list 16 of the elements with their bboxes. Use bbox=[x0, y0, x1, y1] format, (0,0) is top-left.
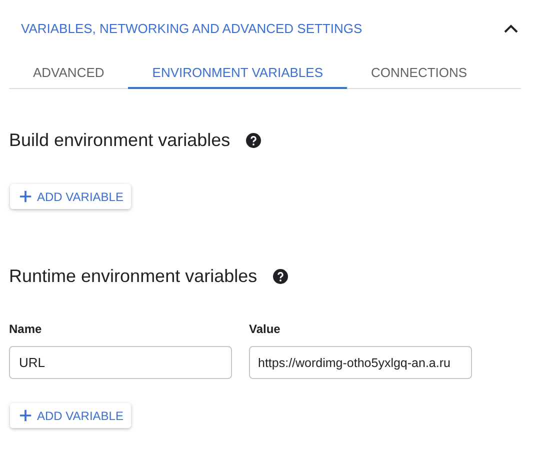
tab[interactable]: CONNECTIONS bbox=[347, 58, 492, 89]
help-icon[interactable] bbox=[246, 133, 262, 148]
section-heading: Build environment variables bbox=[9, 129, 230, 152]
add-variable-button[interactable]: ADD VARIABLE bbox=[10, 403, 132, 428]
add-variable-button[interactable]: ADD VARIABLE bbox=[10, 184, 132, 209]
plus-icon bbox=[19, 409, 32, 422]
tab[interactable]: ADVANCED bbox=[9, 58, 128, 89]
help-icon[interactable] bbox=[273, 269, 288, 284]
name-field[interactable]: URL bbox=[9, 346, 232, 379]
section-heading: Runtime environment variables bbox=[9, 265, 258, 288]
field-label: Name bbox=[9, 321, 43, 338]
tab[interactable]: ENVIRONMENT VARIABLES bbox=[128, 58, 348, 89]
plus-icon bbox=[19, 190, 32, 203]
section-title[interactable]: VARIABLES, NETWORKING AND ADVANCED SETTINGS bbox=[21, 19, 362, 39]
field-label: Value bbox=[249, 321, 282, 338]
value-field[interactable]: https://wordimg-otho5yxlgq-an.a.ru bbox=[249, 346, 472, 379]
